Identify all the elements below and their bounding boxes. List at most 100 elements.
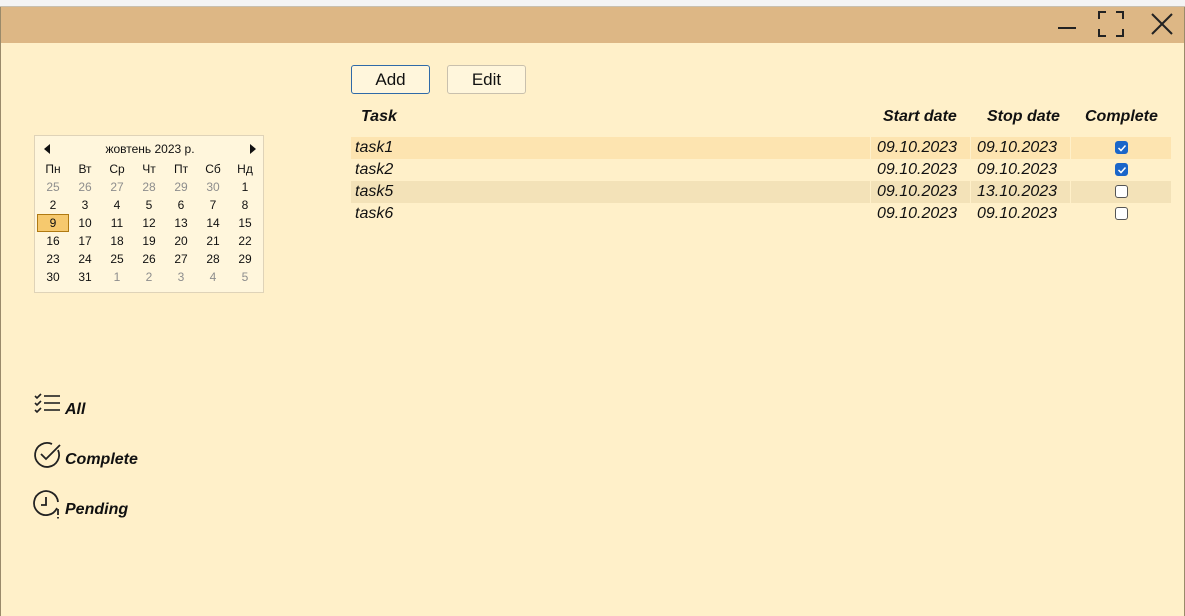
calendar-day[interactable]: 26 xyxy=(69,178,101,196)
calendar-day[interactable]: 18 xyxy=(101,232,133,250)
calendar-day[interactable]: 2 xyxy=(37,196,69,214)
calendar-day[interactable]: 28 xyxy=(197,250,229,268)
close-icon xyxy=(1151,13,1173,35)
calendar-day[interactable]: 22 xyxy=(229,232,261,250)
edit-button[interactable]: Edit xyxy=(447,65,526,94)
column-separator xyxy=(970,159,971,181)
calendar-day[interactable]: 13 xyxy=(165,214,197,232)
complete-checkbox[interactable] xyxy=(1115,185,1128,198)
column-separator xyxy=(1070,203,1071,225)
top-strip xyxy=(0,0,1185,7)
column-separator xyxy=(1070,159,1071,181)
calendar-day[interactable]: 25 xyxy=(37,178,69,196)
column-separator xyxy=(970,203,971,225)
close-button[interactable] xyxy=(1139,7,1185,41)
column-separator xyxy=(870,203,871,225)
calendar-day[interactable]: 1 xyxy=(229,178,261,196)
calendar-day[interactable]: 28 xyxy=(133,178,165,196)
calendar-day[interactable]: 30 xyxy=(197,178,229,196)
maximize-button[interactable] xyxy=(1088,7,1134,41)
calendar-day[interactable]: 27 xyxy=(165,250,197,268)
calendar-day[interactable]: 25 xyxy=(101,250,133,268)
calendar-day[interactable]: 7 xyxy=(197,196,229,214)
calendar-day[interactable]: 14 xyxy=(197,214,229,232)
calendar-grid: Пн Вт Ср Чт Пт Сб Нд 25 26 27 28 29 30 1 2 3 4 5 6 7 8 9 10 11 1… xyxy=(37,160,261,286)
calendar-day[interactable]: 8 xyxy=(229,196,261,214)
calendar-day[interactable]: 11 xyxy=(101,214,133,232)
filter-complete[interactable]: Complete xyxy=(33,436,138,470)
calendar-day[interactable]: 29 xyxy=(165,178,197,196)
minimize-button[interactable] xyxy=(1044,7,1090,41)
complete-checkbox[interactable] xyxy=(1115,163,1128,176)
calendar-day[interactable]: 19 xyxy=(133,232,165,250)
calendar-weekday: Пн xyxy=(45,162,61,176)
column-header-start-date[interactable]: Start date xyxy=(883,108,957,130)
calendar-day[interactable]: 20 xyxy=(165,232,197,250)
calendar-day[interactable]: 27 xyxy=(101,178,133,196)
calendar-day[interactable]: 29 xyxy=(229,250,261,268)
calendar-weekday: Сб xyxy=(205,162,221,176)
column-header-stop-date[interactable]: Stop date xyxy=(987,108,1060,130)
table-row[interactable]: task2 09.10.2023 09.10.2023 xyxy=(351,159,1171,181)
task-name-cell: task5 xyxy=(355,183,394,200)
calendar-day[interactable]: 15 xyxy=(229,214,261,232)
start-date-cell: 09.10.2023 xyxy=(877,161,958,178)
calendar-weekday: Пт xyxy=(173,162,189,176)
complete-checkbox[interactable] xyxy=(1115,207,1128,220)
stop-date-cell: 09.10.2023 xyxy=(977,139,1058,156)
calendar-day[interactable]: 4 xyxy=(101,196,133,214)
column-separator xyxy=(870,181,871,203)
checklist-icon xyxy=(34,393,60,414)
calendar[interactable]: жовтень 2023 р. Пн Вт Ср Чт Пт Сб Нд 25 26 27 28 29… xyxy=(34,135,264,293)
table-row[interactable]: task6 09.10.2023 09.10.2023 xyxy=(351,203,1171,225)
calendar-day[interactable]: 16 xyxy=(37,232,69,250)
calendar-day[interactable]: 12 xyxy=(133,214,165,232)
calendar-day[interactable]: 21 xyxy=(197,232,229,250)
calendar-day[interactable]: 24 xyxy=(69,250,101,268)
calendar-month-label[interactable]: жовтень 2023 р. xyxy=(35,142,265,156)
calendar-day[interactable]: 6 xyxy=(165,196,197,214)
column-separator xyxy=(970,181,971,203)
checkmark-icon xyxy=(1117,144,1127,152)
filter-all[interactable]: All xyxy=(33,386,85,420)
task-name-cell: task2 xyxy=(355,161,394,178)
column-header-task[interactable]: Task xyxy=(361,108,397,130)
calendar-day[interactable]: 1 xyxy=(101,268,133,286)
calendar-day[interactable]: 2 xyxy=(133,268,165,286)
calendar-day[interactable]: 10 xyxy=(69,214,101,232)
table-row[interactable]: task5 09.10.2023 13.10.2023 xyxy=(351,181,1171,203)
calendar-header: жовтень 2023 р. xyxy=(35,141,265,157)
table-row[interactable]: task1 09.10.2023 09.10.2023 xyxy=(351,137,1171,159)
calendar-day[interactable]: 3 xyxy=(69,196,101,214)
stop-date-cell: 09.10.2023 xyxy=(977,205,1058,222)
column-header-complete[interactable]: Complete xyxy=(1085,108,1158,130)
task-name-cell: task1 xyxy=(355,139,394,156)
filter-pending-label: Pending xyxy=(65,501,129,518)
calendar-weekday: Чт xyxy=(142,162,156,176)
calendar-day[interactable]: 5 xyxy=(229,268,261,286)
filter-pending[interactable]: Pending xyxy=(33,486,128,520)
column-separator xyxy=(870,137,871,159)
minimize-icon xyxy=(1058,27,1076,29)
calendar-day[interactable]: 3 xyxy=(165,268,197,286)
calendar-day-selected[interactable]: 9 xyxy=(37,214,69,232)
start-date-cell: 09.10.2023 xyxy=(877,183,958,200)
task-name-cell: task6 xyxy=(355,205,394,222)
stop-date-cell: 09.10.2023 xyxy=(977,161,1058,178)
calendar-day[interactable]: 17 xyxy=(69,232,101,250)
calendar-day[interactable]: 31 xyxy=(69,268,101,286)
column-separator xyxy=(1070,137,1071,159)
calendar-day[interactable]: 30 xyxy=(37,268,69,286)
complete-checkbox[interactable] xyxy=(1115,141,1128,154)
clock-pending-icon xyxy=(33,490,59,519)
next-month-icon[interactable] xyxy=(247,143,259,155)
title-bar[interactable] xyxy=(1,7,1184,43)
calendar-day[interactable]: 26 xyxy=(133,250,165,268)
calendar-day[interactable]: 4 xyxy=(197,268,229,286)
add-button[interactable]: Add xyxy=(351,65,430,94)
stop-date-cell: 13.10.2023 xyxy=(977,183,1058,200)
column-separator xyxy=(970,137,971,159)
calendar-day[interactable]: 23 xyxy=(37,250,69,268)
calendar-weekday: Вт xyxy=(78,162,92,176)
calendar-day[interactable]: 5 xyxy=(133,196,165,214)
